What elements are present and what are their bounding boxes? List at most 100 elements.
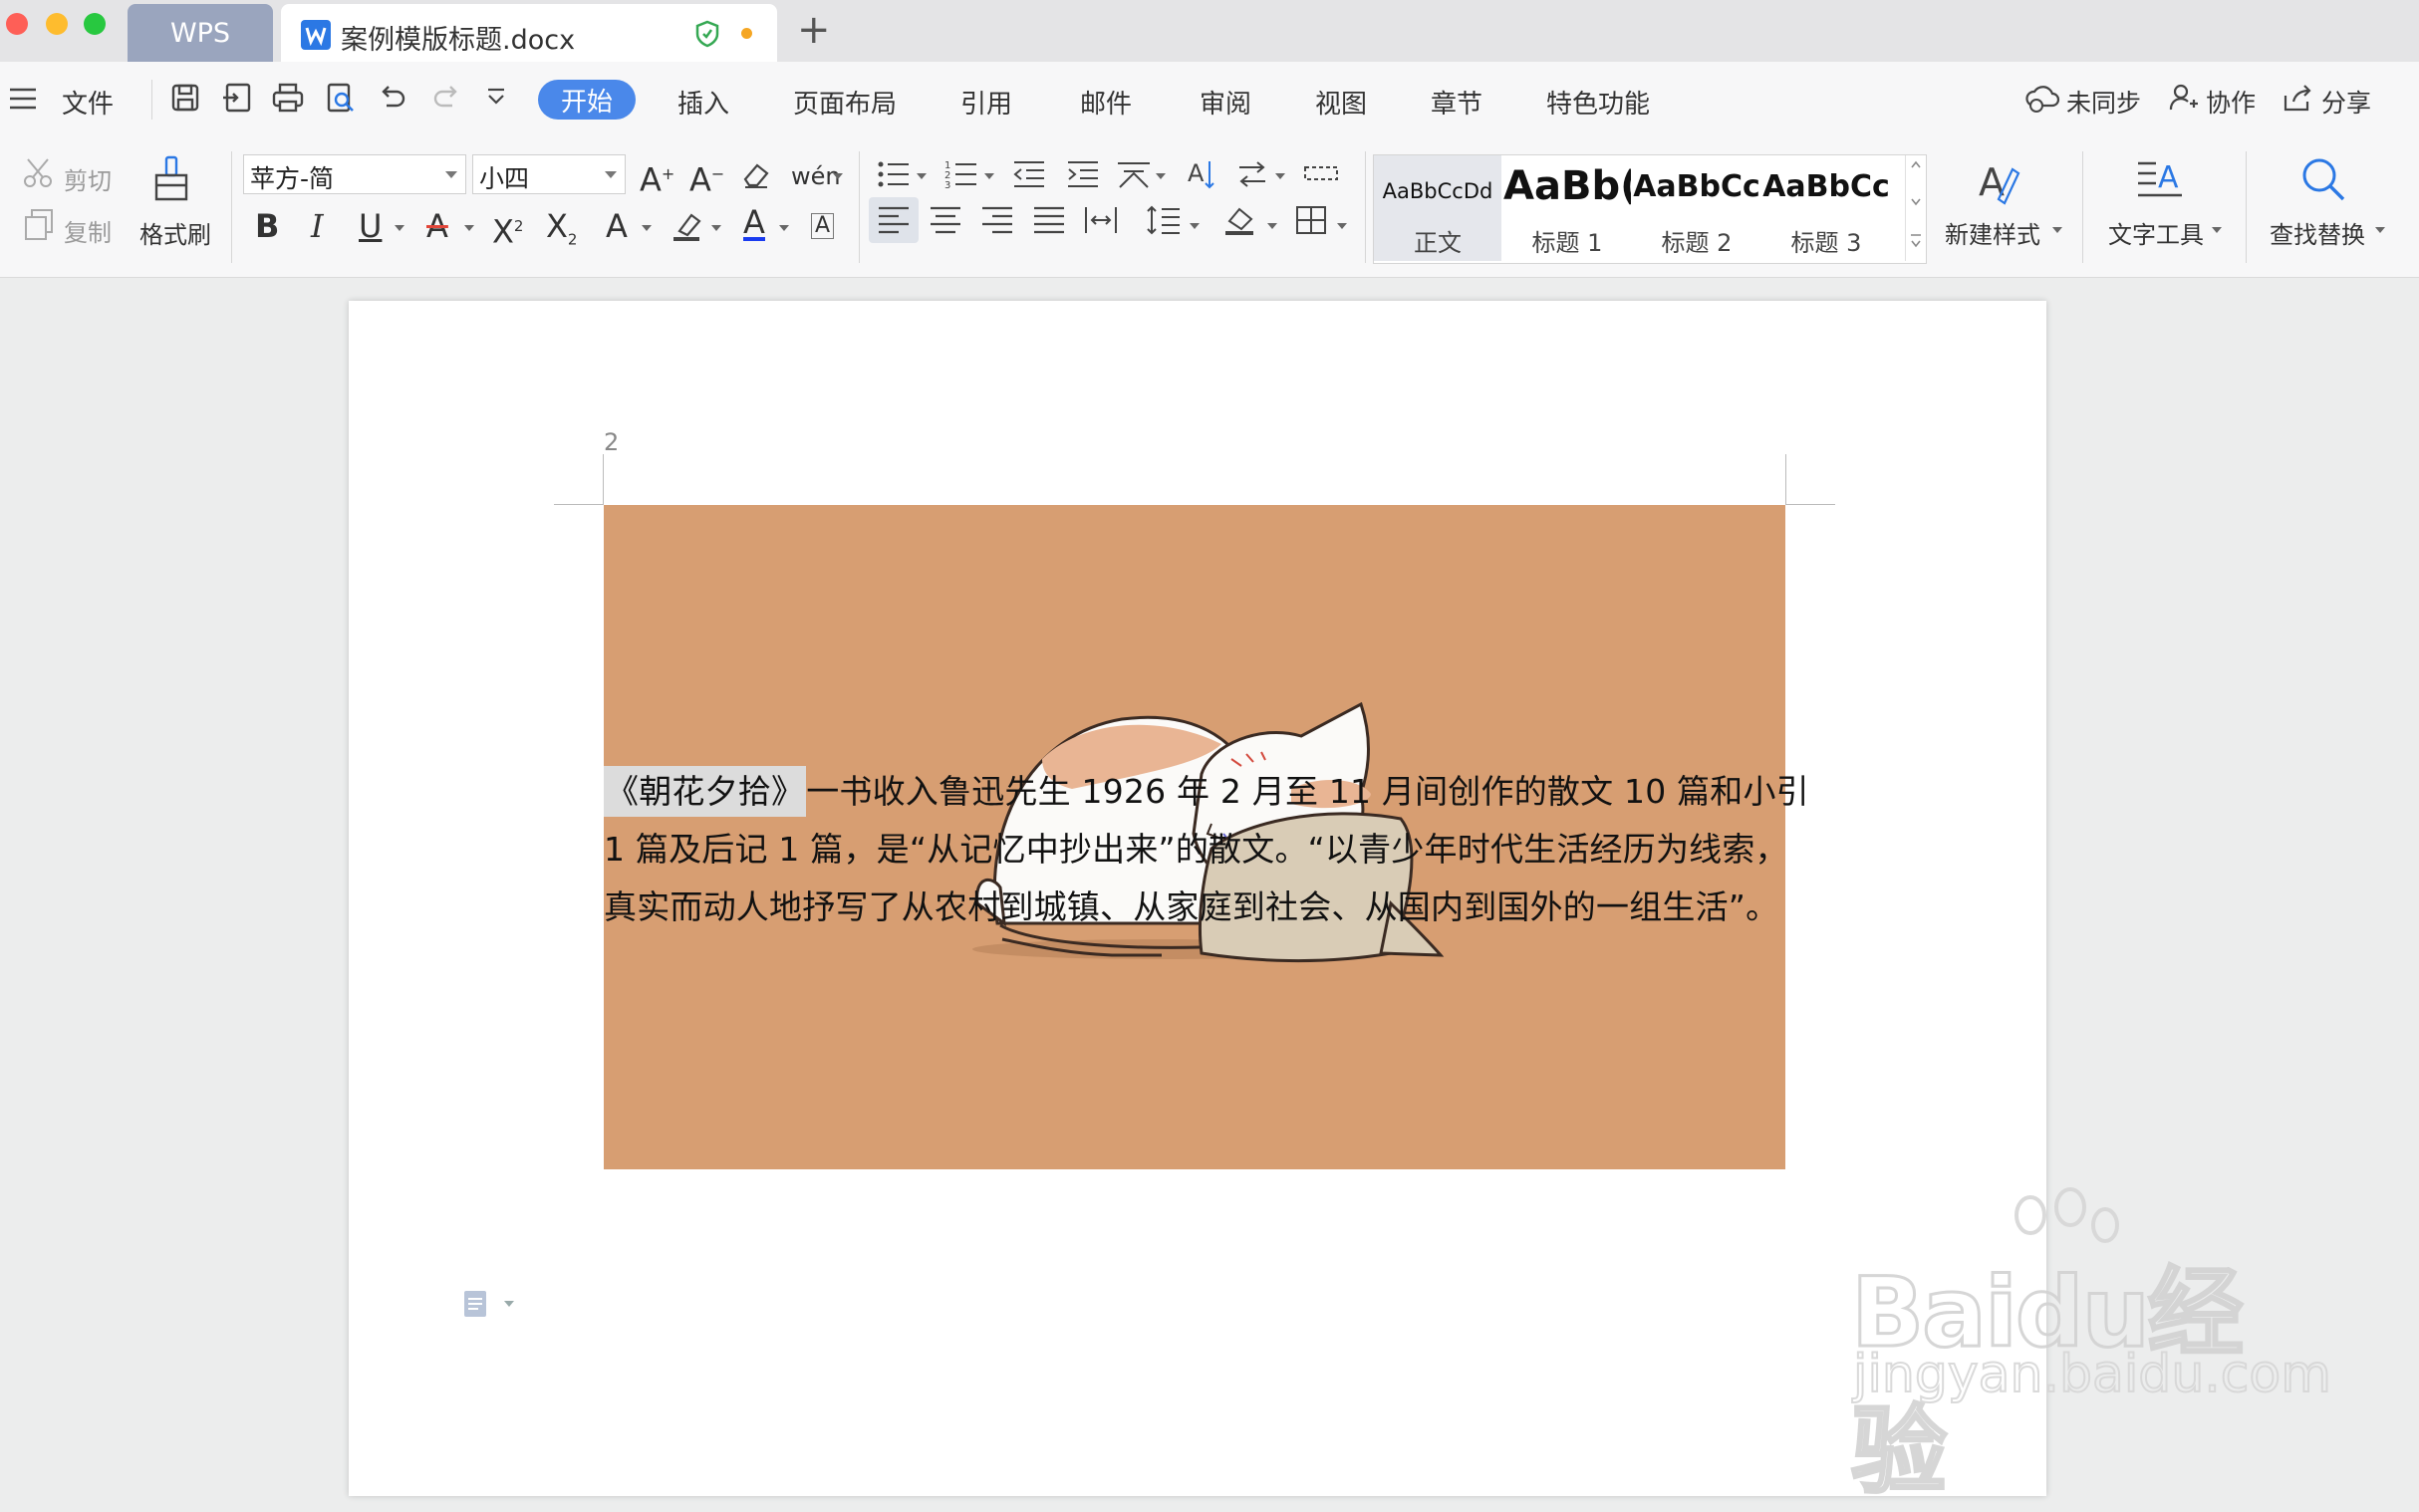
scissors-icon[interactable] (22, 155, 56, 193)
sync-status[interactable]: 未同步 (2066, 84, 2141, 120)
chevron-down-icon[interactable] (984, 173, 994, 179)
distribute-icon[interactable] (1084, 205, 1118, 239)
grow-font-icon[interactable]: A+ (640, 157, 674, 197)
paragraph-handle-icon[interactable] (464, 1289, 524, 1323)
justify-icon[interactable] (1032, 205, 1066, 239)
borders-icon[interactable] (1295, 205, 1327, 239)
collaborate-button[interactable]: 协作 (2206, 84, 2256, 120)
line-spacing-icon[interactable] (1146, 203, 1182, 241)
italic-icon[interactable]: I (311, 209, 324, 243)
selected-text[interactable]: 《朝花夕拾》 (604, 766, 807, 817)
font-name-select[interactable]: 苹方-简 (243, 154, 466, 194)
subscript-icon[interactable]: X2 (546, 209, 577, 256)
style-heading-2[interactable]: AaBbCc 标题 2 (1633, 155, 1760, 261)
paragraph-line[interactable]: 真实而动人地抒写了从农村到城镇、从家庭到社会、从国内到国外的一组生活”。 (604, 881, 1778, 928)
style-heading-3[interactable]: AaBbCc 标题 3 (1762, 155, 1890, 261)
tab-wps-home[interactable]: WPS (128, 4, 273, 62)
font-color-icon[interactable]: A (743, 206, 765, 241)
align-right-icon[interactable] (980, 205, 1014, 239)
chevron-down-icon[interactable] (2212, 227, 2222, 233)
align-center-icon[interactable] (929, 205, 962, 239)
style-gallery-scroller[interactable] (1905, 155, 1926, 261)
copy-button[interactable]: 复制 (64, 213, 112, 248)
format-painter-icon[interactable] (151, 155, 191, 205)
chevron-down-icon[interactable] (2375, 227, 2385, 233)
tab-page-layout[interactable]: 页面布局 (793, 84, 897, 121)
sort-icon[interactable] (1235, 159, 1269, 193)
chevron-down-icon[interactable] (779, 225, 789, 231)
copy-icon[interactable] (22, 207, 56, 245)
char-border-icon[interactable]: A (811, 213, 835, 239)
tab-chapter[interactable]: 章节 (1431, 84, 1482, 121)
tab-mailings[interactable]: 邮件 (1080, 84, 1132, 121)
chevron-down-icon[interactable] (1190, 223, 1200, 229)
find-replace-icon[interactable] (2299, 155, 2347, 209)
format-painter-button[interactable]: 格式刷 (139, 215, 211, 250)
redo-icon[interactable] (430, 82, 464, 116)
chevron-down-icon[interactable] (642, 225, 652, 231)
clear-format-icon[interactable] (739, 159, 773, 195)
chevron-down-icon[interactable] (1275, 173, 1285, 179)
tab-home[interactable]: 开始 (538, 80, 636, 120)
cloud-sync-icon[interactable] (2024, 82, 2060, 116)
customize-toolbar-icon[interactable] (484, 82, 518, 116)
bold-icon[interactable]: B (255, 209, 279, 243)
tab-insert[interactable]: 插入 (677, 84, 729, 121)
underline-icon[interactable]: U (359, 209, 382, 243)
font-size-select[interactable]: 小四 (472, 154, 626, 194)
align-left-icon[interactable] (877, 205, 911, 239)
export-pdf-icon[interactable] (221, 82, 255, 116)
decrease-indent-icon[interactable] (1012, 159, 1046, 193)
cut-button[interactable]: 剪切 (64, 161, 112, 196)
show-hide-marks-icon[interactable] (1303, 159, 1339, 193)
share-icon[interactable] (2282, 82, 2315, 116)
chevron-down-icon[interactable] (833, 173, 843, 179)
paragraph-line[interactable]: 1 篇及后记 1 篇，是“从记忆中抄出来”的散文。“以青少年时代生活经历为线索， (604, 823, 1788, 871)
superscript-icon[interactable]: X2 (492, 209, 523, 249)
chevron-down-icon[interactable] (1156, 173, 1166, 179)
document-page[interactable]: 2 《朝花夕拾》一书收入鲁迅先生 1926 年 2 月至 11 月间创作的散文 … (349, 301, 2046, 1496)
new-style-icon[interactable]: A (1977, 155, 2020, 211)
minimize-window-button[interactable] (46, 13, 68, 35)
new-tab-button[interactable]: + (797, 10, 831, 50)
print-icon[interactable] (271, 82, 305, 116)
chevron-down-icon[interactable] (2052, 227, 2062, 233)
undo-icon[interactable] (377, 82, 410, 116)
text-effect-icon[interactable]: A (606, 209, 628, 243)
text-direction-icon[interactable]: A (1184, 157, 1217, 195)
find-replace-button[interactable]: 查找替换 (2270, 215, 2365, 250)
paragraph-line[interactable]: 《朝花夕拾》一书收入鲁迅先生 1926 年 2 月至 11 月间创作的散文 10… (604, 765, 1809, 817)
collaborate-icon[interactable] (2168, 82, 2202, 116)
close-window-button[interactable] (6, 13, 28, 35)
zoom-window-button[interactable] (84, 13, 106, 35)
text-tools-icon[interactable]: A (2136, 155, 2184, 209)
chevron-down-icon[interactable] (1337, 223, 1347, 229)
share-button[interactable]: 分享 (2321, 84, 2371, 120)
shading-icon[interactable] (1223, 203, 1259, 241)
highlight-icon[interactable] (672, 209, 705, 247)
chevron-down-icon[interactable] (395, 225, 404, 231)
tab-review[interactable]: 审阅 (1200, 84, 1251, 121)
print-preview-icon[interactable] (325, 82, 359, 116)
chevron-down-icon[interactable] (464, 225, 474, 231)
shield-icon[interactable] (695, 20, 719, 52)
new-style-button[interactable]: 新建样式 (1945, 215, 2040, 250)
style-normal[interactable]: AaBbCcDd 正文 (1374, 155, 1501, 261)
save-icon[interactable] (169, 82, 203, 116)
increase-indent-icon[interactable] (1066, 159, 1100, 193)
chinese-layout-icon[interactable] (1116, 159, 1152, 193)
chevron-down-icon[interactable] (711, 225, 721, 231)
tab-special-features[interactable]: 特色功能 (1546, 84, 1650, 121)
text-tools-button[interactable]: 文字工具 (2108, 215, 2204, 250)
style-heading-1[interactable]: AaBb( 标题 1 (1503, 155, 1631, 261)
tab-view[interactable]: 视图 (1315, 84, 1367, 121)
tab-document[interactable]: 案例模版标题.docx (281, 4, 777, 62)
tab-references[interactable]: 引用 (960, 84, 1012, 121)
hamburger-menu-icon[interactable] (8, 84, 42, 118)
file-menu[interactable]: 文件 (62, 84, 114, 121)
shrink-font-icon[interactable]: A− (689, 157, 724, 197)
numbered-list-icon[interactable]: 123 (944, 159, 978, 193)
strikethrough-icon[interactable]: A (426, 209, 448, 243)
chevron-down-icon[interactable] (917, 173, 927, 179)
chevron-down-icon[interactable] (1267, 223, 1277, 229)
